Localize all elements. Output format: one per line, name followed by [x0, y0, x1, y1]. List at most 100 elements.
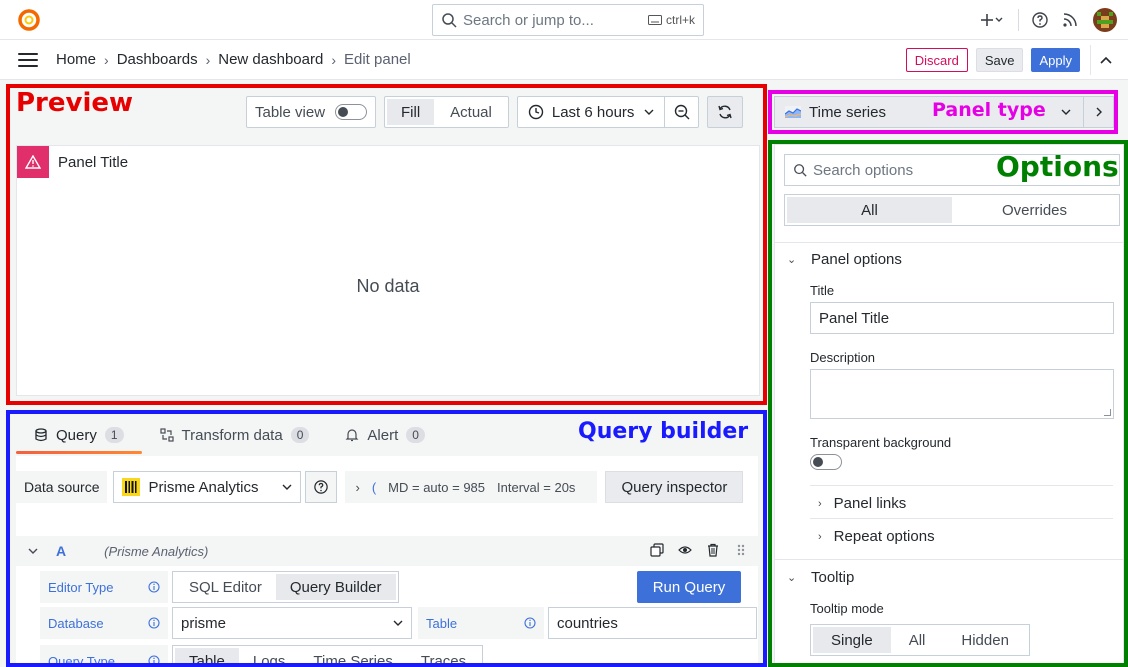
- repeat-options-title: Repeat options: [833, 528, 935, 545]
- warning-icon: [25, 155, 41, 169]
- chevron-down-icon[interactable]: [644, 109, 654, 115]
- divider: [1018, 9, 1019, 31]
- tab-transform[interactable]: Transform data 0: [142, 416, 328, 454]
- chevron-down-icon: ⌄: [787, 254, 797, 266]
- info-icon[interactable]: [148, 655, 160, 667]
- info-icon[interactable]: [148, 617, 160, 629]
- time-range-label[interactable]: Last 6 hours: [552, 104, 635, 121]
- panel-options-title: Panel options: [811, 251, 902, 268]
- actual-option[interactable]: Actual: [436, 99, 506, 125]
- panel-error-badge[interactable]: [17, 146, 49, 178]
- description-label: Description: [810, 350, 876, 365]
- trash-icon[interactable]: [706, 543, 720, 557]
- tooltip-mode-all[interactable]: All: [891, 627, 944, 653]
- panel-options-section[interactable]: ⌄ Panel options: [787, 251, 902, 268]
- tab-transform-label: Transform data: [181, 426, 283, 444]
- refresh-button[interactable]: [707, 96, 744, 128]
- tab-query-count: 1: [104, 427, 124, 443]
- options-annotation-label: Options: [996, 150, 1119, 183]
- sql-editor-option[interactable]: SQL Editor: [175, 574, 276, 600]
- tab-query[interactable]: Query 1: [16, 416, 142, 454]
- table-input[interactable]: countries: [548, 607, 757, 639]
- panel-preview: Panel Title No data: [16, 145, 760, 396]
- tooltip-section[interactable]: ⌄ Tooltip: [787, 569, 854, 586]
- new-menu-button[interactable]: [972, 5, 1012, 35]
- title-input[interactable]: Panel Title: [810, 302, 1114, 334]
- avatar-icon: [1093, 8, 1117, 32]
- zoom-out-button[interactable]: [664, 97, 698, 127]
- help-icon: [1032, 12, 1048, 28]
- run-query-button[interactable]: Run Query: [637, 571, 741, 603]
- tab-alert-label: Alert: [367, 426, 399, 444]
- chevron-right-icon: ›: [355, 479, 360, 495]
- datasource-help-button[interactable]: [305, 471, 338, 503]
- discard-button[interactable]: Discard: [905, 48, 968, 72]
- query-builder-annotation-label: Query builder: [578, 419, 749, 444]
- save-button[interactable]: Save: [975, 48, 1024, 72]
- grafana-logo-icon[interactable]: [16, 6, 42, 32]
- description-textarea[interactable]: [810, 369, 1114, 419]
- menu-toggle-icon[interactable]: [18, 52, 38, 67]
- query-type-table[interactable]: Table: [175, 648, 239, 667]
- tab-overrides[interactable]: Overrides: [952, 197, 1117, 223]
- duplicate-icon[interactable]: [650, 543, 664, 557]
- query-ref-id[interactable]: A: [56, 543, 66, 559]
- chevron-down-icon: [393, 620, 403, 626]
- help-icon: [314, 480, 329, 494]
- breadcrumb-dashboards[interactable]: Dashboards: [117, 51, 198, 68]
- drag-handle-icon[interactable]: [734, 543, 748, 557]
- info-icon[interactable]: [524, 617, 536, 629]
- datasource-label: Data source: [16, 471, 108, 503]
- datasource-picker[interactable]: Prisme Analytics: [113, 471, 302, 503]
- query-type-traces[interactable]: Traces: [407, 648, 480, 667]
- table-view-toggle[interactable]: Table view: [246, 96, 376, 128]
- collapse-button[interactable]: [1090, 45, 1120, 75]
- chevron-down-icon[interactable]: [28, 548, 38, 554]
- database-row: Database prisme Table countries: [40, 607, 757, 639]
- breadcrumb-home[interactable]: Home: [56, 51, 96, 68]
- query-type-time-series[interactable]: Time Series: [299, 648, 406, 667]
- interval-info: Interval = 20s: [497, 479, 576, 495]
- query-builder-option[interactable]: Query Builder: [275, 574, 396, 600]
- chevron-down-icon: [1061, 109, 1071, 115]
- fill-option[interactable]: Fill: [387, 99, 435, 125]
- tab-alert[interactable]: Alert 0: [327, 416, 443, 454]
- panel-links-section[interactable]: › Panel links: [810, 495, 1114, 512]
- query-inspector-button[interactable]: Query inspector: [605, 471, 744, 503]
- table-view-label: Table view: [255, 103, 326, 121]
- editor-type-row: Editor Type SQL Editor Query Builder: [40, 571, 399, 603]
- preview-toolbar: Table view Fill Actual Last 6 hours: [246, 96, 744, 128]
- help-button[interactable]: [1025, 5, 1055, 35]
- keyboard-icon: [647, 15, 662, 25]
- news-button[interactable]: [1055, 5, 1085, 35]
- divider: [810, 485, 1113, 486]
- breadcrumb-new-dashboard[interactable]: New dashboard: [218, 51, 323, 68]
- info-icon[interactable]: [148, 581, 160, 593]
- database-select[interactable]: prisme: [172, 607, 412, 639]
- transparent-background-switch[interactable]: [810, 454, 842, 470]
- eye-icon[interactable]: [678, 543, 692, 557]
- tooltip-mode-toggle: Single All Hidden: [810, 624, 1030, 656]
- tab-alert-count: 0: [406, 427, 425, 443]
- user-avatar[interactable]: [1093, 8, 1117, 32]
- query-datasource-name: (Prisme Analytics): [104, 543, 209, 559]
- plus-icon: [981, 14, 1003, 26]
- database-icon: [35, 428, 47, 442]
- toggle-options-button[interactable]: [1083, 97, 1113, 127]
- bell-icon: [345, 429, 359, 442]
- transform-icon: [159, 428, 174, 442]
- search-icon: [442, 13, 457, 28]
- apply-button[interactable]: Apply: [1031, 48, 1080, 72]
- tooltip-mode-label: Tooltip mode: [810, 601, 884, 616]
- repeat-options-section[interactable]: › Repeat options: [810, 528, 1114, 545]
- table-view-switch[interactable]: [335, 104, 367, 120]
- tooltip-mode-hidden[interactable]: Hidden: [943, 627, 1027, 653]
- database-text: Database: [48, 615, 104, 631]
- zoom-out-icon: [674, 104, 690, 120]
- query-options-summary[interactable]: › ( MD = auto = 985 Interval = 20s: [345, 471, 598, 503]
- query-type-logs[interactable]: Logs: [239, 648, 300, 667]
- breadcrumb-edit-panel: Edit panel: [344, 51, 411, 68]
- global-search-input[interactable]: Search or jump to... ctrl+k: [432, 4, 704, 36]
- tab-all[interactable]: All: [787, 197, 952, 223]
- tooltip-mode-single[interactable]: Single: [813, 627, 891, 653]
